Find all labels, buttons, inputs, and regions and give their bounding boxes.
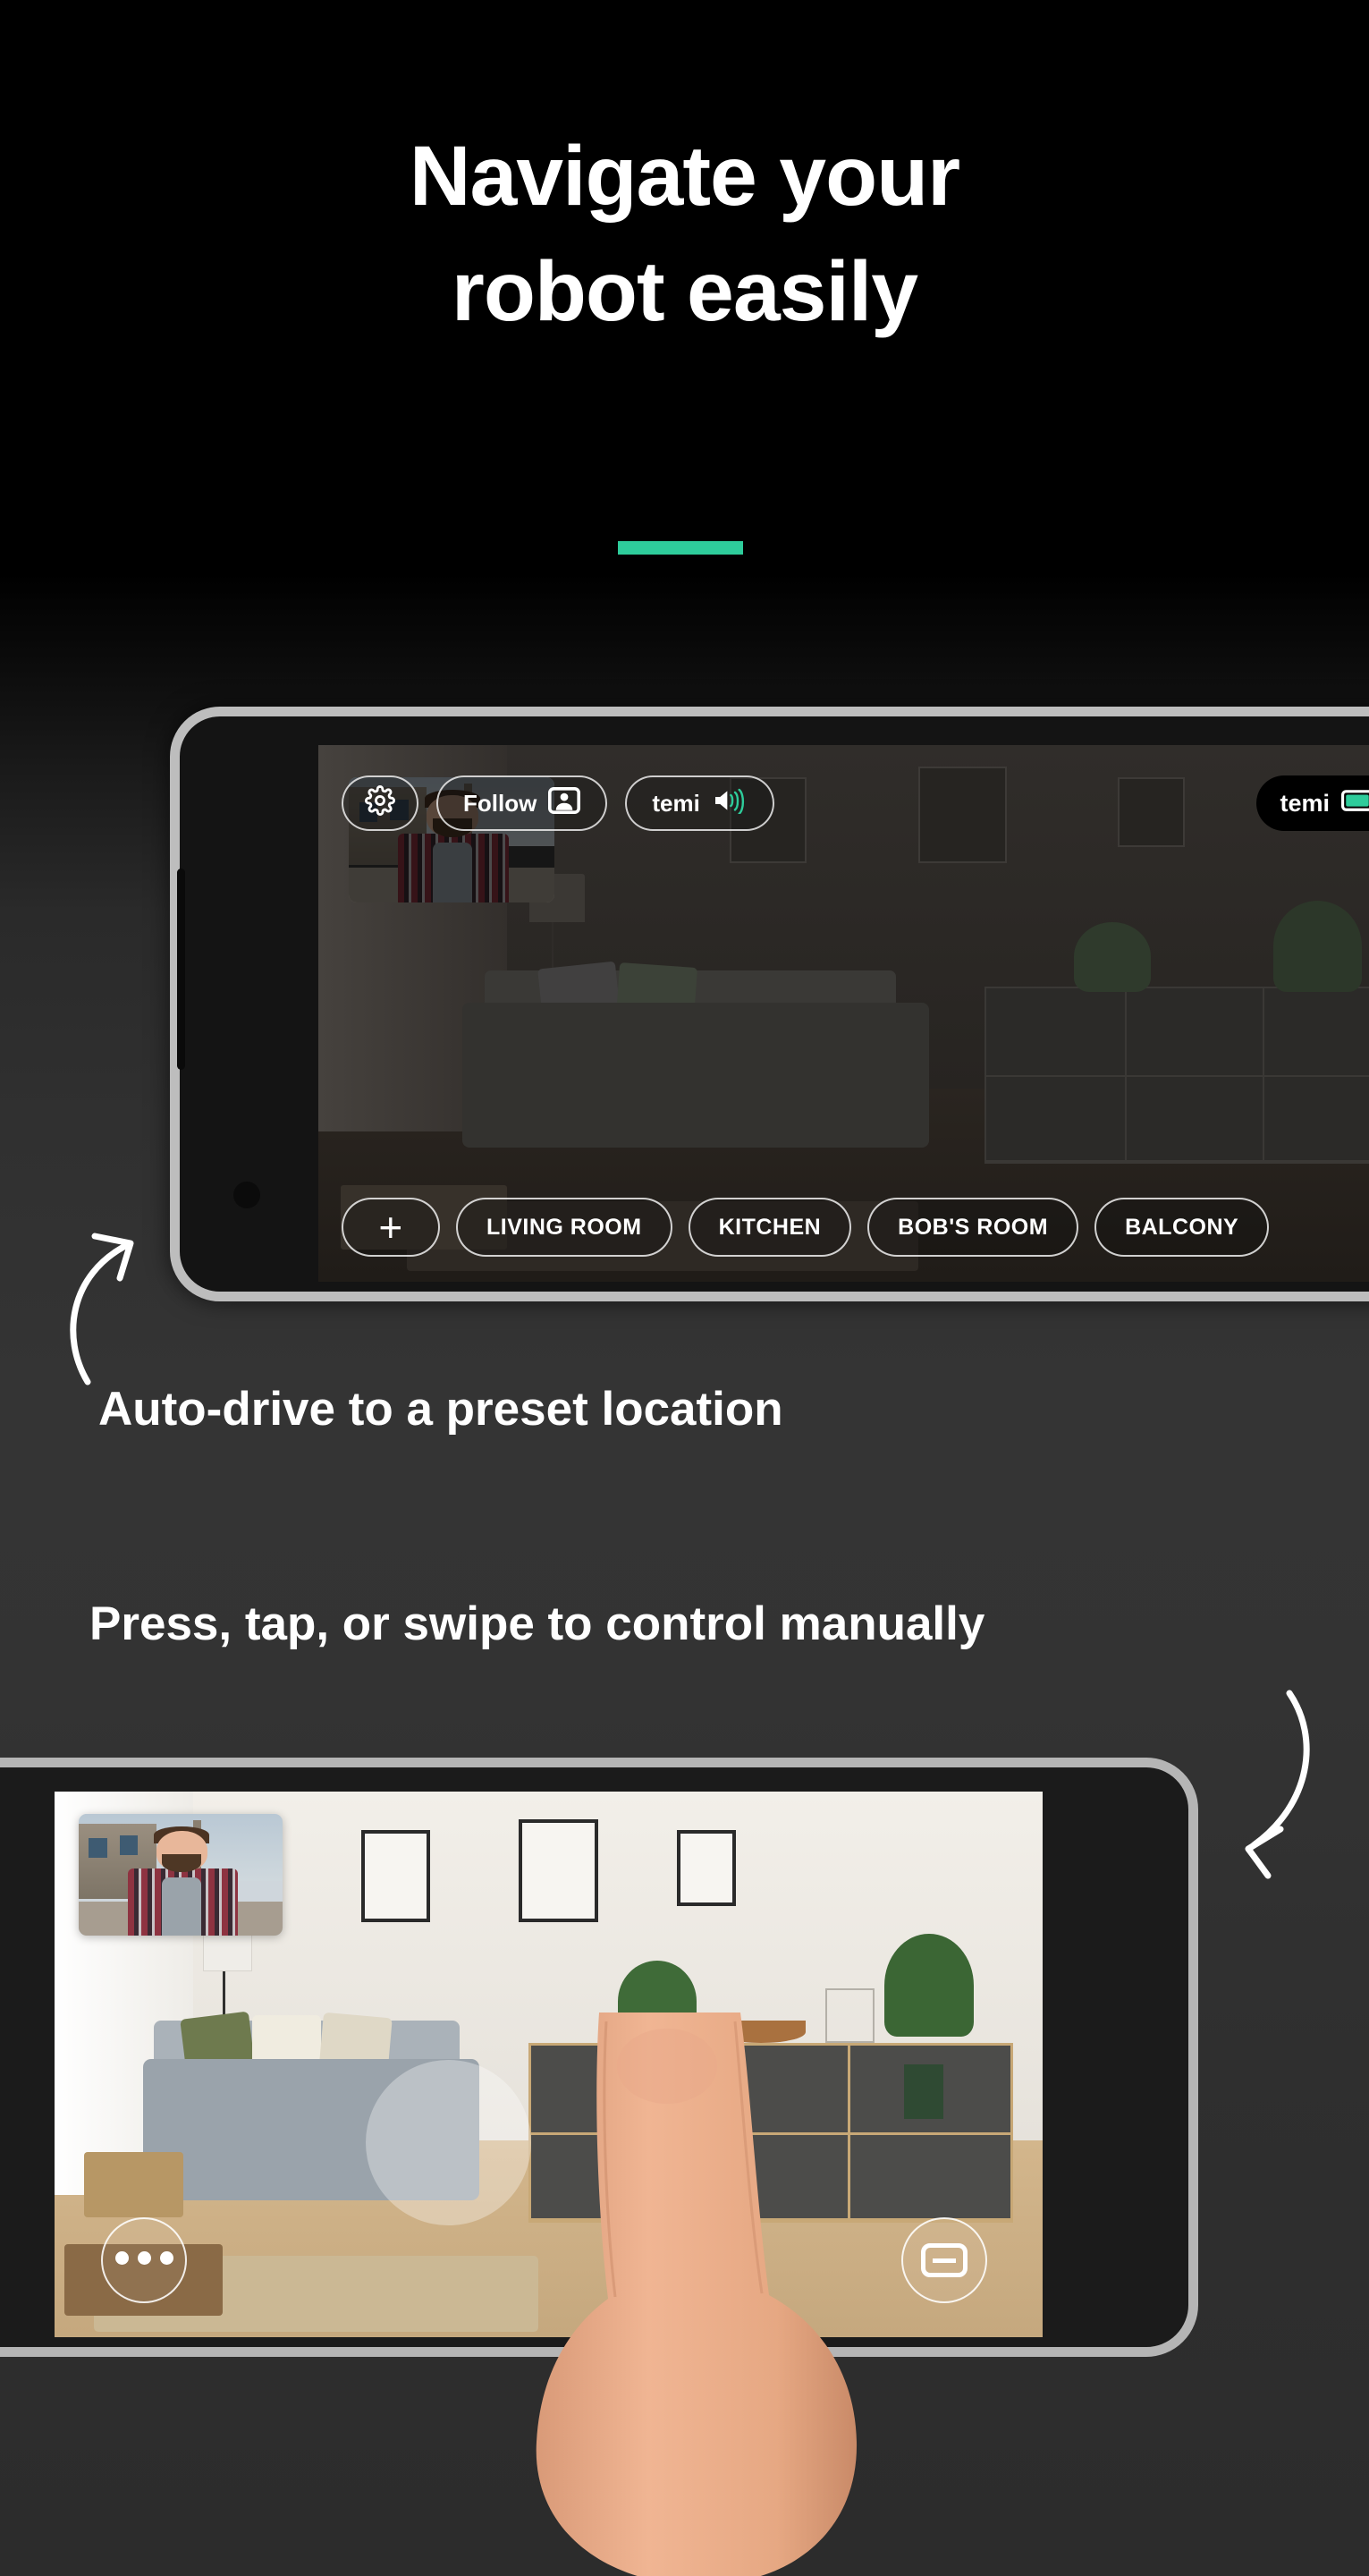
tray-tilt-icon: [921, 2243, 968, 2277]
battery-label: temi: [1280, 789, 1330, 817]
volume-button[interactable]: temi: [625, 775, 774, 831]
pip-video-image: [79, 1814, 283, 1936]
volume-label: temi: [652, 789, 700, 817]
gear-icon: [365, 784, 395, 822]
plus-icon: +: [378, 1204, 403, 1250]
settings-button[interactable]: [342, 775, 418, 831]
headline-line-2: robot easily: [451, 244, 918, 339]
speaker-waves-icon: [712, 787, 748, 820]
location-chip-balcony[interactable]: BALCONY: [1094, 1198, 1270, 1257]
headline-line-1: Navigate your: [409, 129, 960, 224]
phone-side-button[interactable]: [177, 869, 185, 1070]
battery-status-chip[interactable]: temi: [1256, 775, 1369, 831]
more-options-button[interactable]: [101, 2217, 187, 2303]
callout-arrow-down: [1225, 1677, 1341, 1887]
top-control-bar: Follow temi: [342, 775, 774, 831]
caption-auto-drive: Auto-drive to a preset location: [98, 1383, 783, 1436]
location-chip-kitchen[interactable]: KITCHEN: [688, 1198, 852, 1257]
pip-self-view-bottom[interactable]: [79, 1814, 283, 1936]
location-label: KITCHEN: [718, 1214, 822, 1240]
promo-screen: Navigate your robot easily Follow temi t…: [0, 0, 1369, 2576]
three-dots-icon: [111, 2251, 178, 2269]
preset-locations-bar: + LIVING ROOM KITCHEN BOB'S ROOM BALCONY: [342, 1198, 1270, 1257]
location-chip-bobs-room[interactable]: BOB'S ROOM: [867, 1198, 1079, 1257]
phone-device-top: Follow temi temi + LIVING ROOM KITCHEN B…: [170, 707, 1369, 1301]
tray-tilt-button[interactable]: [901, 2217, 987, 2303]
pointing-finger-hand: [501, 2012, 876, 2576]
add-location-button[interactable]: +: [342, 1198, 440, 1257]
phone-screen-top: Follow temi temi + LIVING ROOM KITCHEN B…: [318, 745, 1369, 1282]
follow-button[interactable]: Follow: [436, 775, 608, 831]
caption-manual-control: Press, tap, or swipe to control manually: [89, 1597, 985, 1650]
callout-arrow-up: [45, 1190, 161, 1391]
follow-label: Follow: [463, 789, 537, 817]
person-frame-icon: [548, 786, 581, 820]
phone-camera-lens: [233, 1182, 260, 1208]
accent-divider: [618, 541, 743, 555]
battery-icon: [1341, 789, 1369, 818]
location-label: BOB'S ROOM: [898, 1214, 1049, 1240]
page-title: Navigate your robot easily: [0, 134, 1369, 335]
location-label: LIVING ROOM: [486, 1214, 642, 1240]
location-label: BALCONY: [1125, 1214, 1239, 1240]
location-chip-living-room[interactable]: LIVING ROOM: [456, 1198, 672, 1257]
